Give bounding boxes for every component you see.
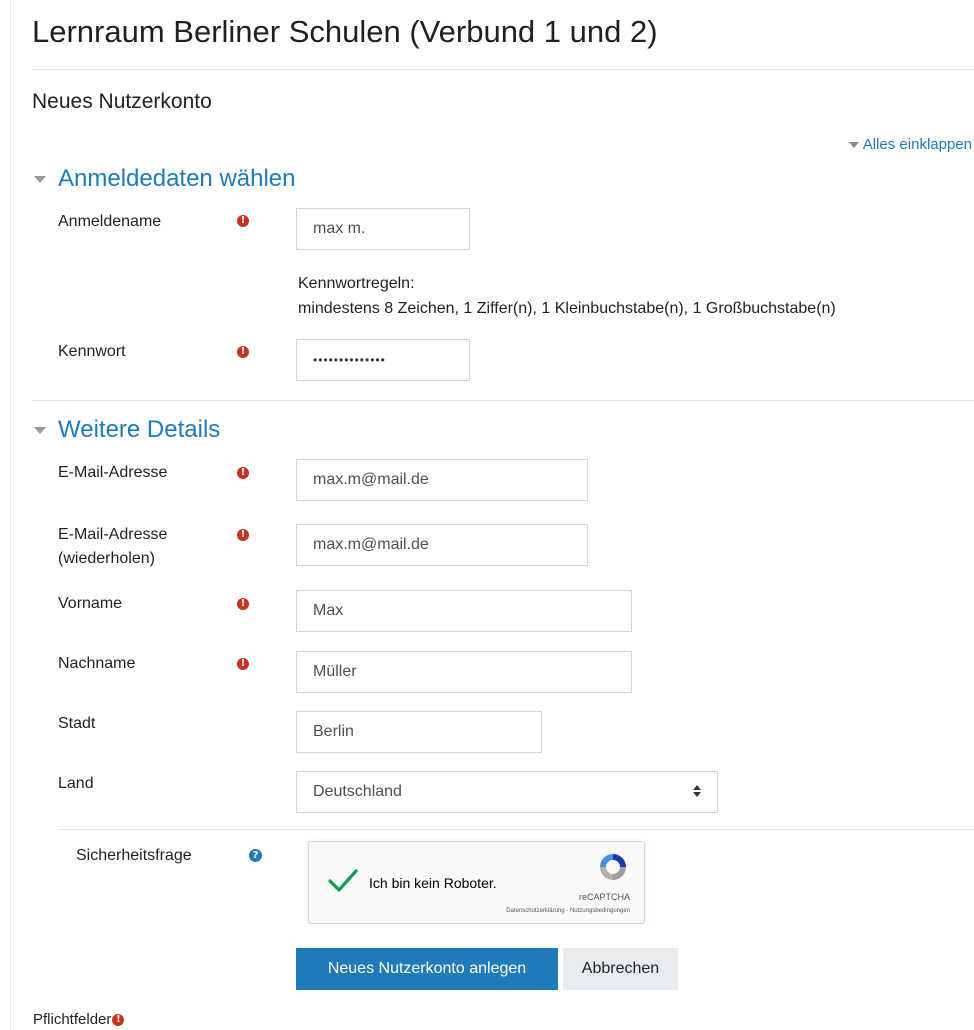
section-toggle-details[interactable]: Weitere Details <box>34 416 220 444</box>
security-label: Sicherheitsfrage <box>76 847 192 864</box>
required-icon: ! <box>237 467 249 479</box>
collapse-all-link[interactable]: Alles einklappen <box>848 136 972 153</box>
email-repeat-label-line2: (wiederholen) <box>58 550 155 567</box>
page-heading: Neues Nutzerkonto <box>32 90 212 113</box>
security-divider <box>58 829 974 830</box>
country-select-value: Deutschland <box>313 783 402 800</box>
email-label: E-Mail-Adresse <box>58 464 168 481</box>
email-repeat-input[interactable]: max.m@mail.de <box>296 524 588 566</box>
firstname-input[interactable]: Max <box>296 590 632 632</box>
username-label: Anmeldename <box>58 213 162 230</box>
recaptcha-widget[interactable]: Ich bin kein Roboter. reCAPTCHA Datensch… <box>308 841 645 924</box>
select-arrows-icon <box>693 785 701 797</box>
password-input[interactable]: •••••••••••••• <box>296 339 470 381</box>
required-fields-note: Pflichtfelder ! <box>33 1011 125 1028</box>
section-divider <box>32 400 974 401</box>
section-title-details: Weitere Details <box>58 416 221 443</box>
section-title-login: Anmeldedaten wählen <box>58 165 296 192</box>
password-rules-text: mindestens 8 Zeichen, 1 Ziffer(n), 1 Kle… <box>298 300 836 317</box>
recaptcha-terms-link[interactable]: Datenschutzerklärung - Nutzungsbedingung… <box>506 908 630 914</box>
lastname-input[interactable]: Müller <box>296 651 632 693</box>
required-fields-text: Pflichtfelder <box>33 1011 112 1028</box>
username-input[interactable]: max m. <box>296 208 470 250</box>
password-label: Kennwort <box>58 343 126 360</box>
country-select[interactable]: Deutschland <box>296 771 718 813</box>
required-icon: ! <box>112 1013 125 1026</box>
caret-down-icon <box>34 426 46 434</box>
help-icon[interactable]: ? <box>249 849 262 862</box>
email-repeat-label-line1: E-Mail-Adresse <box>58 526 168 543</box>
recaptcha-logo-icon <box>600 854 626 880</box>
city-label: Stadt <box>58 715 96 732</box>
page-left-border <box>10 0 11 1030</box>
section-toggle-login[interactable]: Anmeldedaten wählen <box>34 165 296 193</box>
email-input[interactable]: max.m@mail.de <box>296 459 588 501</box>
required-icon: ! <box>237 215 249 227</box>
create-account-button[interactable]: Neues Nutzerkonto anlegen <box>296 948 558 990</box>
site-title: Lernraum Berliner Schulen (Verbund 1 und… <box>32 14 658 49</box>
collapse-all-label: Alles einklappen <box>862 136 972 153</box>
required-icon: ! <box>237 346 249 358</box>
recaptcha-brand: reCAPTCHA <box>578 892 630 902</box>
recaptcha-checkbox-label: Ich bin kein Roboter. <box>369 875 497 891</box>
checkmark-icon[interactable] <box>327 868 359 894</box>
required-icon: ! <box>237 529 249 541</box>
caret-down-icon <box>34 175 46 183</box>
lastname-label: Nachname <box>58 655 136 672</box>
header-divider <box>32 69 974 70</box>
password-rules-title: Kennwortregeln: <box>298 275 415 292</box>
firstname-label: Vorname <box>58 595 123 612</box>
required-icon: ! <box>237 598 249 610</box>
required-icon: ! <box>237 658 249 670</box>
cancel-button[interactable]: Abbrechen <box>563 948 678 990</box>
country-label: Land <box>58 775 94 792</box>
caret-down-icon <box>848 141 859 148</box>
city-input[interactable]: Berlin <box>296 711 542 753</box>
